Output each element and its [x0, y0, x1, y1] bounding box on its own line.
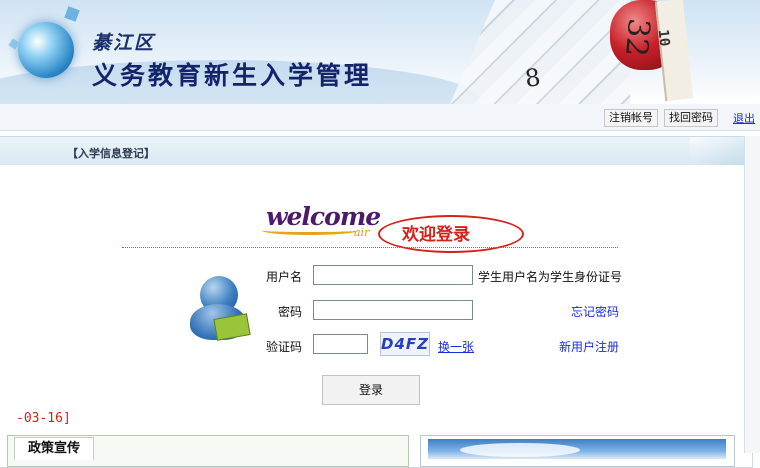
username-label: 用户名: [266, 270, 303, 284]
captcha-label: 验证码: [266, 340, 303, 354]
system-title: 义务教育新生入学管理: [92, 61, 373, 90]
panel-title: 【入学信息登记】: [67, 147, 155, 160]
welcome-heading: 欢迎登录: [402, 225, 470, 245]
username-input[interactable]: [313, 265, 473, 285]
right-edge-strip: [744, 136, 760, 453]
tab-policy[interactable]: 政策宣传: [14, 437, 94, 460]
tape-number: 10: [654, 28, 673, 48]
panel-header-swoosh: [690, 137, 750, 165]
district-name: 綦江区: [92, 32, 156, 54]
username-hint: 学生用户名为学生身份证号: [478, 270, 623, 284]
tape-number: 32: [617, 16, 657, 59]
refresh-captcha-link[interactable]: 换一张: [438, 338, 474, 355]
forgot-password-link[interactable]: 忘记密码: [571, 303, 619, 320]
login-button[interactable]: 登录: [322, 375, 420, 405]
news-date-fragment: -03-16]: [16, 411, 71, 426]
captcha-input[interactable]: [313, 334, 368, 354]
logout-link[interactable]: 退出: [733, 110, 755, 126]
cancel-account-button[interactable]: 注销帐号: [604, 109, 658, 127]
password-label: 密码: [278, 305, 303, 319]
welcome-logo-sub: air: [354, 226, 370, 239]
register-link[interactable]: 新用户注册: [559, 338, 619, 355]
password-input[interactable]: [313, 300, 473, 320]
globe-icon: [18, 22, 74, 78]
cloud-decoration: [460, 443, 580, 457]
welcome-divider: [122, 247, 618, 248]
captcha-image[interactable]: D4FZ: [380, 332, 430, 356]
recover-password-button[interactable]: 找回密码: [664, 109, 718, 127]
